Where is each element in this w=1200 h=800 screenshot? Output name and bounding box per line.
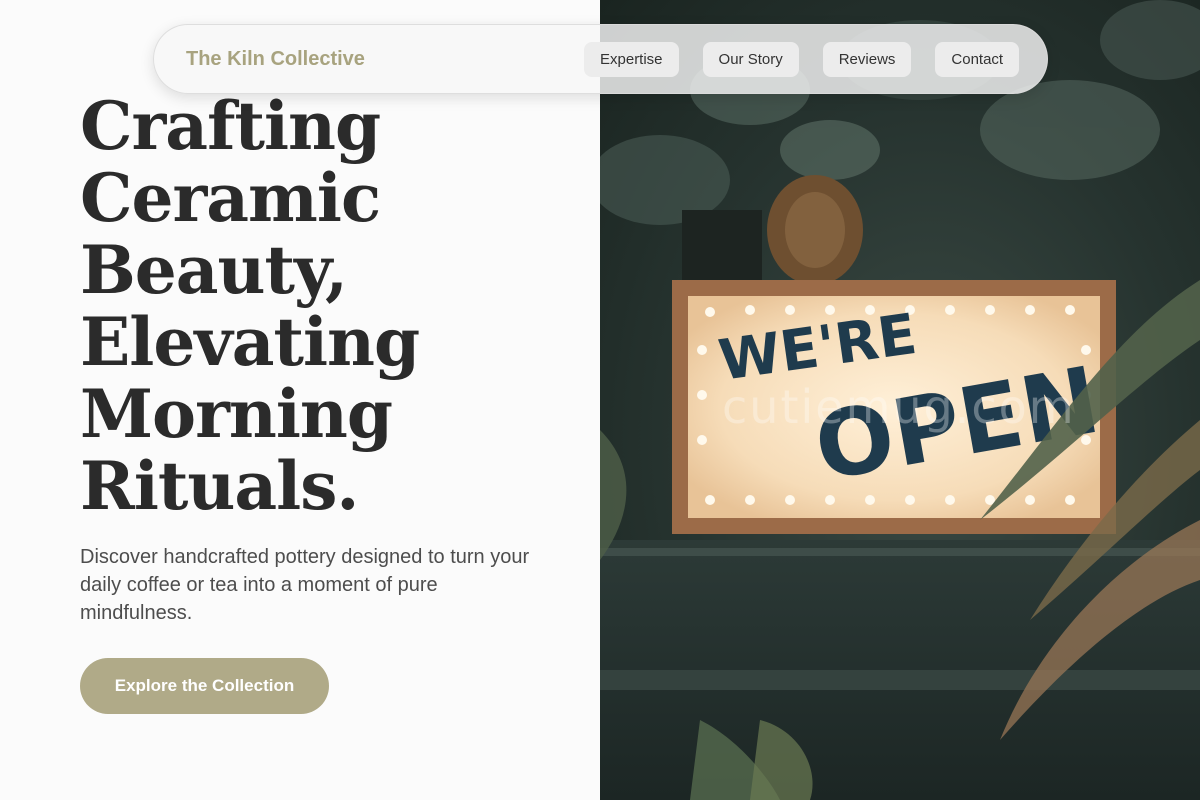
hero-image: WE'RE OPEN cutiemug.com xyxy=(600,0,1200,800)
nav-link-expertise[interactable]: Expertise xyxy=(584,42,679,77)
hero-title: Crafting Ceramic Beauty, Elevating Morni… xyxy=(80,90,580,522)
watermark-text: cutiemug.com xyxy=(722,380,1076,434)
hero-title-line: Elevating xyxy=(80,303,420,381)
hero-title-line: Rituals. xyxy=(80,447,359,525)
hero-title-line: Beauty, xyxy=(80,231,348,309)
nav-links: Expertise Our Story Reviews Contact xyxy=(584,42,1020,77)
top-navbar: The Kiln Collective Expertise Our Story … xyxy=(153,24,1048,94)
explore-collection-button[interactable]: Explore the Collection xyxy=(80,658,329,714)
hero-subtitle: Discover handcrafted pottery designed to… xyxy=(80,546,530,624)
nav-link-contact[interactable]: Contact xyxy=(935,42,1020,77)
nav-link-reviews[interactable]: Reviews xyxy=(822,42,912,77)
brand-logo-text[interactable]: The Kiln Collective xyxy=(186,48,365,71)
nav-link-our-story[interactable]: Our Story xyxy=(702,42,799,77)
hero-title-line: Ceramic xyxy=(80,159,381,237)
hero-title-line: Crafting xyxy=(80,87,381,165)
plant-pot xyxy=(682,210,762,285)
hero-left-panel: Crafting Ceramic Beauty, Elevating Morni… xyxy=(0,0,600,800)
hero-title-line: Morning xyxy=(80,375,393,453)
